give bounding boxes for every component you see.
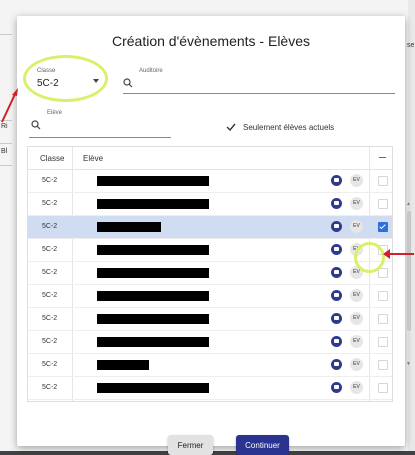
table-row[interactable]: 5C-2 EV — [28, 239, 392, 262]
table-row[interactable]: 5C-2 EV — [28, 216, 392, 239]
person-icon[interactable] — [331, 198, 342, 209]
person-icon[interactable] — [331, 290, 342, 301]
person-icon[interactable] — [331, 313, 342, 324]
search-icon — [31, 120, 41, 130]
person-icon[interactable] — [331, 175, 342, 186]
ev-badge[interactable]: EV — [350, 220, 363, 233]
auditoire-underline — [123, 93, 395, 94]
students-table: Classe Elève 5C-2 EV 5C-2 EV 5C-2 EV 5C-2 EV 5C-… — [27, 146, 393, 402]
person-icon[interactable] — [331, 382, 342, 393]
current-students-label: Seulement élèves actuels — [243, 123, 335, 132]
eleve-underline — [29, 137, 171, 138]
select-all-toggle[interactable] — [379, 157, 386, 158]
row-checkbox[interactable] — [378, 337, 388, 347]
person-icon[interactable] — [331, 336, 342, 347]
auditoire-label: Auditoire — [139, 68, 163, 74]
ev-badge[interactable]: EV — [350, 335, 363, 348]
ev-badge[interactable]: EV — [350, 358, 363, 371]
highlight-annotation — [354, 242, 385, 273]
redacted-student-name — [97, 199, 209, 209]
ev-badge[interactable]: EV — [350, 312, 363, 325]
ev-badge[interactable]: EV — [350, 197, 363, 210]
redacted-student-name — [97, 268, 209, 278]
dialog-title: Création d'évènements - Elèves — [112, 33, 310, 49]
row-classe: 5C-2 — [42, 338, 58, 345]
ev-badge[interactable]: EV — [350, 174, 363, 187]
table-row[interactable]: 5C-2 EV — [28, 377, 392, 400]
row-checkbox[interactable] — [378, 291, 388, 301]
row-checkbox[interactable] — [378, 199, 388, 209]
eleve-field[interactable]: Elève — [29, 106, 171, 138]
scroll-up-icon[interactable]: ▲ — [406, 201, 411, 207]
background-label: Bl — [1, 148, 8, 155]
row-checkbox[interactable] — [378, 360, 388, 370]
table-row[interactable]: 5C-2 EV — [28, 285, 392, 308]
header-eleve: Elève — [83, 154, 104, 163]
background-label: se — [407, 42, 415, 49]
row-classe: 5C-2 — [42, 177, 58, 184]
background-line — [0, 34, 12, 35]
arrow-annotation — [383, 249, 414, 259]
table-scrollbar[interactable]: ▲ ▼ — [406, 201, 412, 371]
row-checkbox[interactable] — [378, 383, 388, 393]
background-line — [0, 143, 12, 144]
search-icon — [123, 78, 133, 88]
redacted-student-name — [97, 337, 209, 347]
scroll-thumb[interactable] — [407, 211, 411, 331]
table-row[interactable]: 5C-2 EV — [28, 331, 392, 354]
person-icon[interactable] — [331, 244, 342, 255]
redacted-student-name — [97, 222, 161, 232]
redacted-student-name — [97, 314, 209, 324]
checkbox-icon[interactable] — [226, 122, 236, 132]
row-classe: 5C-2 — [42, 361, 58, 368]
row-classe: 5C-2 — [42, 315, 58, 322]
redacted-student-name — [97, 245, 209, 255]
row-classe: 5C-2 — [42, 269, 58, 276]
highlight-annotation — [23, 55, 108, 102]
header-classe: Classe — [40, 154, 65, 163]
row-checkbox[interactable] — [378, 314, 388, 324]
redacted-student-name — [97, 383, 209, 393]
eleve-label: Elève — [47, 110, 63, 116]
row-checkbox[interactable] — [378, 268, 388, 278]
redacted-student-name — [97, 360, 149, 370]
row-checkbox[interactable] — [378, 222, 388, 232]
table-row[interactable]: 5C-2 EV — [28, 354, 392, 377]
background-line — [0, 165, 12, 166]
redacted-student-name — [97, 176, 209, 186]
redacted-student-name — [97, 291, 209, 301]
table-row[interactable]: 5C-2 EV — [28, 308, 392, 331]
close-button[interactable]: Fermer — [168, 435, 213, 455]
auditoire-field[interactable]: Auditoire — [123, 64, 395, 94]
row-classe: 5C-2 — [42, 246, 58, 253]
person-icon[interactable] — [331, 221, 342, 232]
table-row[interactable]: 5C-2 EV — [28, 170, 392, 193]
table-row[interactable]: 5C-2 EV — [28, 262, 392, 285]
ev-badge[interactable]: EV — [350, 289, 363, 302]
row-classe: 5C-2 — [42, 384, 58, 391]
table-header: Classe Elève — [28, 147, 392, 170]
ev-badge[interactable]: EV — [350, 381, 363, 394]
arrow-annotation — [1, 88, 18, 123]
person-icon[interactable] — [331, 267, 342, 278]
scroll-down-icon[interactable]: ▼ — [406, 361, 411, 367]
row-classe: 5C-2 — [42, 223, 58, 230]
person-icon[interactable] — [331, 359, 342, 370]
row-checkbox[interactable] — [378, 176, 388, 186]
current-students-toggle[interactable]: Seulement élèves actuels — [226, 120, 356, 136]
row-classe: 5C-2 — [42, 292, 58, 299]
row-classe: 5C-2 — [42, 200, 58, 207]
continue-button[interactable]: Continuer — [236, 435, 289, 455]
table-row[interactable]: 5C-2 EV — [28, 193, 392, 216]
